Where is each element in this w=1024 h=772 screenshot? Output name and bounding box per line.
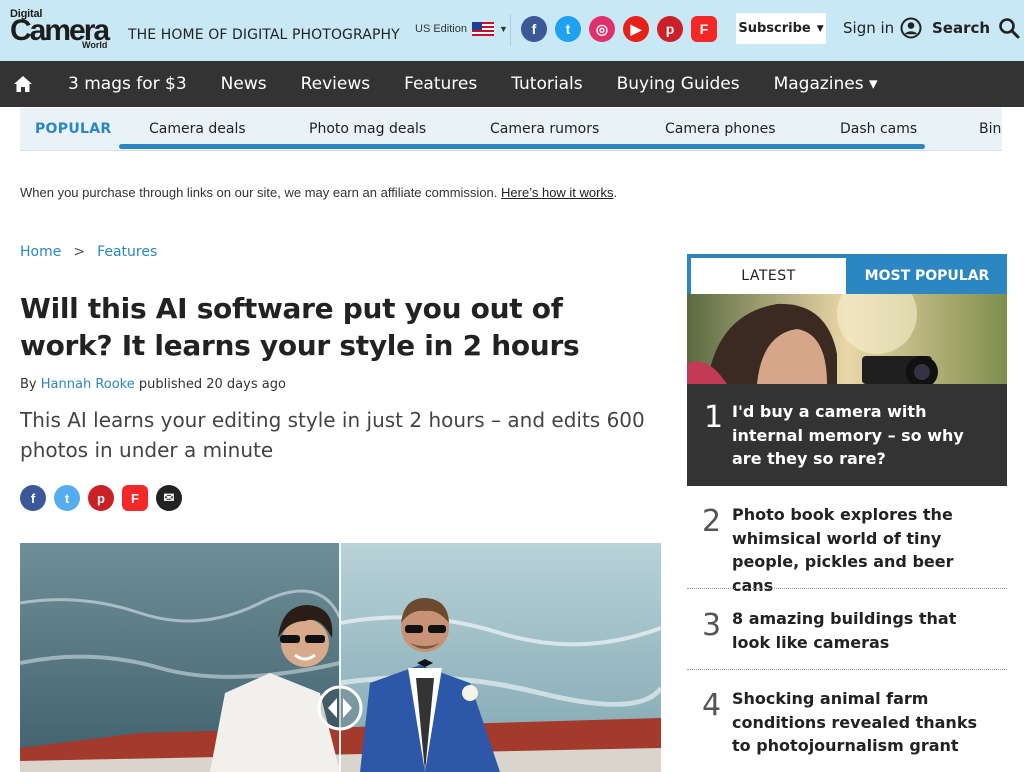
flipboard-icon[interactable]: F bbox=[691, 16, 717, 42]
popular-item-camera-deals[interactable]: Camera deals bbox=[149, 121, 246, 137]
comparison-slider-handle-icon[interactable] bbox=[316, 684, 364, 732]
item-number: 1 bbox=[704, 400, 724, 435]
sidebar-item-1[interactable]: 1 I'd buy a camera with internal memory … bbox=[687, 384, 1007, 486]
nav-item-features[interactable]: Features bbox=[404, 74, 477, 94]
affiliate-link[interactable]: Here’s how it works bbox=[501, 185, 613, 200]
logo-line3: World bbox=[82, 40, 108, 50]
instagram-icon[interactable]: ◎ bbox=[589, 16, 615, 42]
popular-item-dash-cams[interactable]: Dash cams bbox=[840, 121, 917, 137]
nav-item-tutorials[interactable]: Tutorials bbox=[511, 74, 582, 94]
featured-photo bbox=[687, 294, 1007, 384]
home-icon[interactable] bbox=[12, 73, 34, 95]
facebook-icon[interactable]: f bbox=[521, 16, 547, 42]
nav-items: 3 mags for $3 News Reviews Features Tuto… bbox=[68, 61, 912, 107]
affiliate-text: When you purchase through links on our s… bbox=[20, 185, 498, 200]
item-title: 8 amazing buildings that look like camer… bbox=[732, 609, 957, 652]
sign-in-label: Sign in bbox=[843, 19, 895, 37]
main-nav: 3 mags for $3 News Reviews Features Tuto… bbox=[0, 61, 1024, 107]
subscribe-label: Subscribe bbox=[738, 21, 811, 36]
item-number: 4 bbox=[702, 688, 722, 723]
item-title: Shocking animal farm conditions revealed… bbox=[732, 689, 977, 755]
breadcrumb-home[interactable]: Home bbox=[20, 244, 61, 260]
article-strapline: This AI learns your editing style in jus… bbox=[20, 408, 645, 462]
affiliate-end: . bbox=[613, 185, 618, 200]
breadcrumb-features[interactable]: Features bbox=[97, 244, 157, 260]
edition-label: US Edition bbox=[415, 23, 467, 35]
tab-latest[interactable]: LATEST bbox=[691, 258, 846, 294]
subscribe-button[interactable]: Subscribe ▼ bbox=[736, 13, 826, 44]
popular-item-bin[interactable]: Bin bbox=[979, 121, 1001, 137]
hero-image-comparison[interactable] bbox=[20, 543, 661, 772]
item-title: I'd buy a camera with internal memory – … bbox=[732, 402, 964, 468]
author-link[interactable]: Hannah Rooke bbox=[41, 377, 135, 392]
top-header: Digital Camera World THE HOME OF DIGITAL… bbox=[0, 0, 1024, 61]
nav-item-magazines[interactable]: Magazines ▾ bbox=[774, 74, 878, 94]
nav-item-news[interactable]: News bbox=[221, 74, 267, 94]
affiliate-notice: When you purchase through links on our s… bbox=[20, 185, 617, 200]
sidebar-item-2[interactable]: 2 Photo book explores the whimsical worl… bbox=[687, 500, 1007, 595]
sidebar-divider bbox=[687, 669, 1007, 670]
search-button[interactable]: Search bbox=[932, 17, 1020, 39]
chevron-down-icon: ▼ bbox=[816, 23, 824, 34]
search-icon bbox=[999, 18, 1020, 39]
search-label: Search bbox=[932, 19, 991, 37]
item-title: Photo book explores the whimsical world … bbox=[732, 505, 954, 595]
popular-label: POPULAR bbox=[35, 121, 112, 137]
pinterest-icon[interactable]: p bbox=[657, 16, 683, 42]
popular-bar: POPULAR Camera deals Photo mag deals Cam… bbox=[20, 108, 1002, 151]
popular-item-photo-mag-deals[interactable]: Photo mag deals bbox=[309, 121, 426, 137]
hero-photo bbox=[20, 543, 661, 772]
header-divider bbox=[510, 14, 511, 46]
sign-in-button[interactable]: Sign in bbox=[843, 17, 922, 39]
breadcrumb-separator: > bbox=[73, 244, 86, 260]
us-flag-icon bbox=[471, 22, 494, 36]
byline-by: By bbox=[20, 377, 37, 392]
chevron-down-icon: ▼ bbox=[498, 24, 508, 34]
site-logo[interactable]: Digital Camera World bbox=[10, 8, 114, 52]
twitter-icon[interactable]: t bbox=[555, 16, 581, 42]
youtube-icon[interactable]: ▶ bbox=[623, 16, 649, 42]
nav-item-reviews[interactable]: Reviews bbox=[301, 74, 371, 94]
item-number: 2 bbox=[702, 504, 722, 539]
nav-item-3-mags[interactable]: 3 mags for $3 bbox=[68, 74, 187, 94]
sidebar-item-3[interactable]: 3 8 amazing buildings that look like cam… bbox=[687, 604, 1007, 664]
popular-item-camera-phones[interactable]: Camera phones bbox=[665, 121, 776, 137]
sidebar-tabs: LATEST MOST POPULAR bbox=[687, 254, 1007, 294]
user-icon bbox=[900, 17, 922, 39]
item-number: 3 bbox=[702, 608, 722, 643]
site-tagline: THE HOME OF DIGITAL PHOTOGRAPHY bbox=[128, 27, 400, 43]
popular-item-camera-rumors[interactable]: Camera rumors bbox=[490, 121, 599, 137]
tab-most-popular[interactable]: MOST POPULAR bbox=[847, 258, 1007, 294]
sidebar-featured-image[interactable] bbox=[687, 294, 1007, 384]
share-flipboard-icon[interactable]: F bbox=[122, 485, 148, 511]
sidebar-divider bbox=[687, 588, 1007, 589]
share-buttons: f t p F ✉ bbox=[20, 485, 182, 511]
share-facebook-icon[interactable]: f bbox=[20, 485, 46, 511]
edition-selector[interactable]: US Edition ▼ bbox=[415, 22, 508, 36]
sidebar-item-4[interactable]: 4 Shocking animal farm conditions reveal… bbox=[687, 684, 1007, 764]
share-twitter-icon[interactable]: t bbox=[54, 485, 80, 511]
article-byline: By Hannah Rooke published 20 days ago bbox=[20, 377, 286, 392]
published-date: published 20 days ago bbox=[138, 377, 286, 392]
nav-item-buying-guides[interactable]: Buying Guides bbox=[617, 74, 740, 94]
share-pinterest-icon[interactable]: p bbox=[88, 485, 114, 511]
popular-scrollbar[interactable] bbox=[119, 144, 925, 149]
share-email-icon[interactable]: ✉ bbox=[156, 485, 182, 511]
breadcrumb: Home > Features bbox=[20, 244, 157, 260]
article-headline: Will this AI software put you out of wor… bbox=[20, 292, 580, 362]
social-links: f t ◎ ▶ p F bbox=[521, 16, 717, 42]
